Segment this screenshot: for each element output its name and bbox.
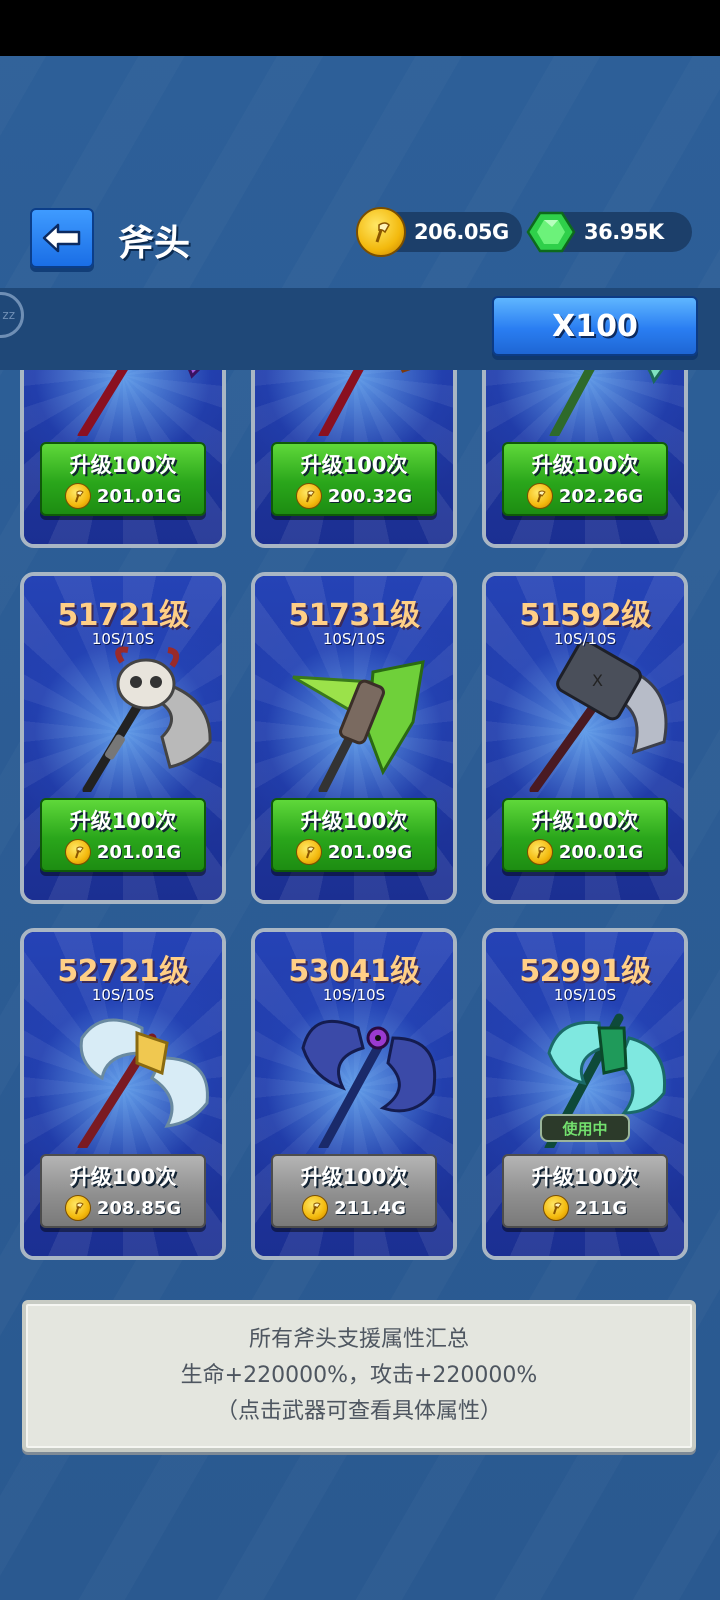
- weapon-card[interactable]: 升级100次 201.01G: [20, 370, 226, 548]
- upgrade-cost: 208.85G: [96, 1197, 182, 1219]
- summary-hint: （点击武器可查看具体属性）: [215, 1399, 502, 1424]
- green-gem-icon: [526, 211, 576, 253]
- weapon-card[interactable]: 52721级 10S/10S 升级100次 208.85G: [20, 928, 226, 1260]
- upgrade-cost: 200.01G: [558, 841, 644, 863]
- upgrade-cost: 211.4G: [334, 1197, 406, 1219]
- weapon-card[interactable]: 升级100次 200.32G: [251, 370, 457, 548]
- summary-title: 所有斧头支援属性汇总: [248, 1327, 469, 1352]
- teal-axe-icon: [549, 370, 664, 436]
- weapon-rate: 10S/10S: [91, 986, 155, 1004]
- in-use-badge: 使用中: [540, 1114, 630, 1142]
- upgrade-label: 升级100次: [69, 809, 177, 833]
- gold-coin-icon: [356, 207, 406, 257]
- gold-coin-icon: [64, 483, 91, 509]
- upgrade-button[interactable]: 升级100次 201.01G: [40, 798, 206, 872]
- page-title: 斧头: [118, 223, 191, 264]
- support-summary-panel[interactable]: 所有斧头支援属性汇总 生命+220000%，攻击+220000% （点击武器可查…: [22, 1300, 696, 1452]
- upgrade-label: 升级100次: [300, 1165, 408, 1189]
- gold-amount: 206.05G: [414, 220, 509, 244]
- weapon-level: 52991级: [519, 954, 651, 989]
- orange-axe-icon: [318, 370, 411, 436]
- gold-coin-icon: [64, 1195, 91, 1221]
- weapon-card[interactable]: X 51592级 10S/10S 升级100次 200.01G: [482, 572, 688, 904]
- upgrade-cost: 211G: [574, 1197, 628, 1219]
- weapon-rate: 10S/10S: [553, 630, 617, 648]
- upgrade-button[interactable]: 升级100次 211G: [502, 1154, 668, 1228]
- upgrade-button[interactable]: 升级100次 201.01G: [40, 442, 206, 516]
- gold-coin-icon: [526, 839, 553, 865]
- back-button[interactable]: [30, 208, 94, 268]
- upgrade-label: 升级100次: [69, 453, 177, 477]
- upgrade-label: 升级100次: [300, 809, 408, 833]
- weapon-level: 52721级: [57, 954, 189, 989]
- gold-coin-icon: [542, 1195, 569, 1221]
- weapon-level: 51592级: [519, 598, 651, 633]
- gold-coin-icon: [295, 483, 322, 509]
- upgrade-button[interactable]: 升级100次 201.09G: [271, 798, 437, 872]
- weapon-card[interactable]: 52991级 10S/10S 使用中 升级100次 211G: [482, 928, 688, 1260]
- purple-axe-icon: [77, 370, 201, 436]
- weapon-rate: 10S/10S: [322, 986, 386, 1004]
- upgrade-cost: 202.26G: [558, 485, 644, 507]
- gold-counter: 206.05G: [356, 207, 522, 257]
- upgrade-label: 升级100次: [531, 453, 639, 477]
- weapon-card[interactable]: 升级100次 202.26G: [482, 370, 688, 548]
- upgrade-cost: 201.01G: [96, 841, 182, 863]
- gold-coin-icon: [64, 839, 91, 865]
- dark-eye-axe-icon: [301, 1019, 437, 1148]
- weapon-card[interactable]: 51731级 10S/10S 升级100次 201.09G: [251, 572, 457, 904]
- weapon-card[interactable]: 51721级 10S/10S 升级100次 201.01G: [20, 572, 226, 904]
- gold-coin-icon: [526, 483, 553, 509]
- hammer-axe-icon: X: [529, 642, 668, 792]
- upgrade-button[interactable]: 升级100次 211.4G: [271, 1154, 437, 1228]
- gold-coin-icon: [295, 839, 322, 865]
- weapon-level: 53041级: [288, 954, 420, 989]
- weapon-rate: 10S/10S: [322, 630, 386, 648]
- upgrade-button[interactable]: 升级100次 200.32G: [271, 442, 437, 516]
- status-bar: [0, 0, 720, 56]
- gold-coin-icon: [302, 1195, 329, 1221]
- leaf-axe-icon: [292, 660, 425, 792]
- weapon-grid[interactable]: 升级100次 201.01G 升级100次 200.32G 升级100次 202…: [0, 370, 720, 1274]
- weapon-level: 51731级: [288, 598, 420, 633]
- weapon-rate: 10S/10S: [553, 986, 617, 1004]
- upgrade-button[interactable]: 升级100次 200.01G: [502, 798, 668, 872]
- upgrade-cost: 201.01G: [96, 485, 182, 507]
- gem-counter: 36.95K: [526, 211, 692, 253]
- multiplier-button[interactable]: X100: [492, 296, 698, 356]
- upgrade-label: 升级100次: [300, 453, 408, 477]
- weapon-level: 51721级: [57, 598, 189, 633]
- upgrade-label: 升级100次: [69, 1165, 177, 1189]
- upgrade-label: 升级100次: [531, 1165, 639, 1189]
- summary-stats: 生命+220000%，攻击+220000%: [180, 1363, 538, 1388]
- weapon-card[interactable]: 53041级 10S/10S 升级100次 211.4G: [251, 928, 457, 1260]
- weapon-rate: 10S/10S: [91, 630, 155, 648]
- upgrade-button[interactable]: 升级100次 202.26G: [502, 442, 668, 516]
- svg-text:X: X: [592, 671, 603, 690]
- upgrade-button[interactable]: 升级100次 208.85G: [40, 1154, 206, 1228]
- sleep-icon-label: zz: [2, 308, 15, 322]
- upgrade-cost: 201.09G: [327, 841, 413, 863]
- upgrade-cost: 200.32G: [327, 485, 413, 507]
- ice-double-axe-icon: [77, 1018, 209, 1148]
- upgrade-label: 升级100次: [531, 809, 639, 833]
- arrow-left-icon: [42, 223, 81, 253]
- gem-amount: 36.95K: [584, 220, 664, 244]
- skull-axe-icon: [82, 646, 212, 792]
